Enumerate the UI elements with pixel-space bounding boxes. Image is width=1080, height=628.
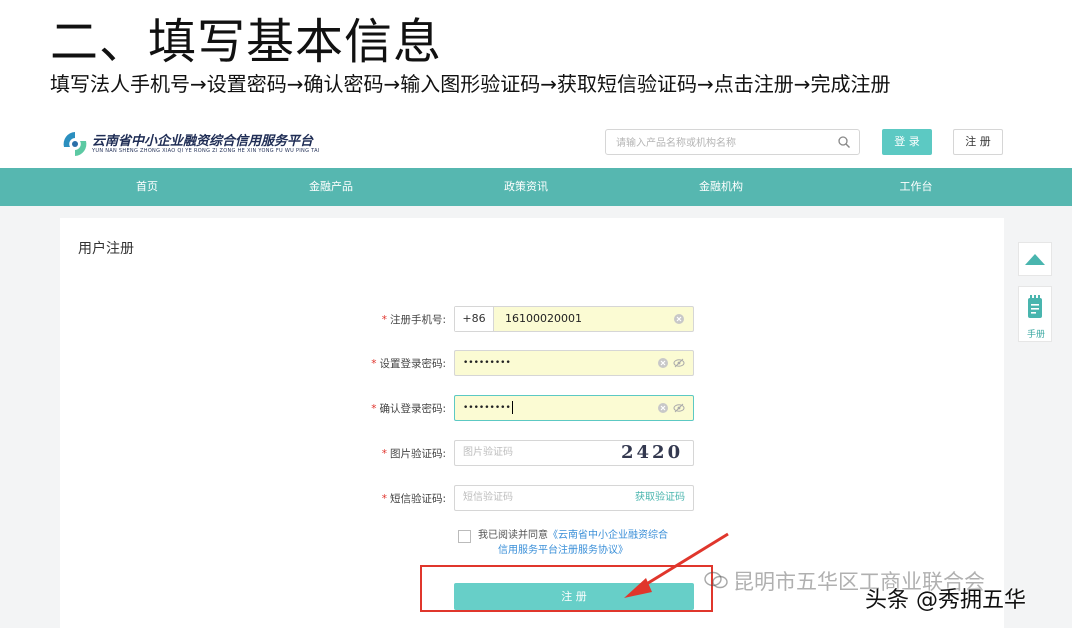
panel-title: 用户注册 — [78, 241, 134, 257]
nav-item-home[interactable]: 首页 — [87, 168, 207, 206]
search-input[interactable] — [614, 131, 833, 155]
captcha-label-text: 图片验证码: — [389, 448, 446, 460]
confirm-password-row: * 确认登录密码: ••••••••• — [60, 395, 1004, 423]
sms-label-text: 短信验证码: — [389, 493, 446, 505]
register-button[interactable]: 注 册 — [953, 129, 1003, 155]
slide-title: 二、填写基本信息 — [50, 14, 443, 70]
site-header: 云南省中小企业融资综合信用服务平台 YUN NAN SHENG ZHONG XI… — [52, 122, 1012, 166]
login-button[interactable]: 登 录 — [882, 129, 932, 155]
search-icon[interactable] — [837, 135, 851, 149]
manual-button[interactable]: 手册 — [1018, 286, 1052, 342]
eye-off-icon[interactable] — [673, 357, 685, 369]
password-value: ••••••••• — [463, 358, 511, 368]
captcha-image[interactable]: 2420 — [621, 442, 693, 464]
required-mark: * — [381, 314, 387, 326]
arrow-annotation-icon — [624, 532, 729, 598]
phone-label: * 注册手机号: — [382, 306, 446, 334]
confirm-password-dots: ••••••••• — [463, 403, 511, 413]
required-mark: * — [371, 403, 377, 415]
platform-logo-icon[interactable] — [60, 129, 90, 159]
nav-item-financial-institutions[interactable]: 金融机构 — [661, 168, 781, 206]
main-nav: 首页 金融产品 政策资讯 金融机构 工作台 — [0, 168, 1072, 206]
password-label: * 设置登录密码: — [371, 350, 446, 378]
password-label-text: 设置登录密码: — [379, 358, 446, 370]
sms-label: * 短信验证码: — [382, 485, 446, 513]
clear-icon[interactable] — [673, 313, 685, 325]
slide-subtitle: 填写法人手机号→设置密码→确认密码→输入图形验证码→获取短信验证码→点击注册→完… — [50, 72, 891, 96]
required-mark: * — [371, 358, 377, 370]
agreement-checkbox[interactable] — [458, 530, 471, 543]
password-field[interactable]: ••••••••• — [454, 350, 694, 376]
nav-item-financial-products[interactable]: 金融产品 — [271, 168, 391, 206]
agreement-prefix: 我已阅读并同意 — [478, 530, 548, 541]
phone-value: 16100020001 — [505, 312, 582, 325]
text-caret — [511, 401, 513, 414]
phone-field[interactable]: +86 16100020001 — [454, 306, 694, 332]
toutiao-watermark: 头条 @秀拥五华 — [865, 588, 1026, 613]
manual-label: 手册 — [1026, 330, 1045, 340]
confirm-password-label-text: 确认登录密码: — [379, 403, 446, 415]
captcha-row: * 图片验证码: 图片验证码 2420 — [60, 440, 1004, 468]
phone-label-text: 注册手机号: — [389, 314, 446, 326]
required-mark: * — [381, 493, 387, 505]
nav-item-policy-news[interactable]: 政策资讯 — [466, 168, 586, 206]
clear-icon[interactable] — [657, 357, 669, 369]
brand-name: 云南省中小企业融资综合信用服务平台 — [92, 134, 314, 149]
captcha-field[interactable]: 图片验证码 2420 — [454, 440, 694, 466]
phone-row: * 注册手机号: +86 16100020001 — [60, 306, 1004, 334]
brand-pinyin: YUN NAN SHENG ZHONG XIAO QI YE RONG ZI Z… — [92, 148, 320, 154]
confirm-password-label: * 确认登录密码: — [371, 395, 446, 423]
arrow-up-icon — [1025, 254, 1045, 265]
required-mark: * — [381, 448, 387, 460]
confirm-password-field[interactable]: ••••••••• — [454, 395, 694, 421]
get-sms-code-button[interactable]: 获取验证码 — [635, 486, 685, 510]
country-code[interactable]: +86 — [455, 307, 494, 331]
search-box — [605, 129, 860, 155]
back-to-top-button[interactable] — [1018, 242, 1052, 276]
captcha-label: * 图片验证码: — [382, 440, 446, 468]
clear-icon[interactable] — [657, 402, 669, 414]
eye-off-icon[interactable] — [673, 402, 685, 414]
nav-item-workbench[interactable]: 工作台 — [856, 168, 976, 206]
sms-row: * 短信验证码: 短信验证码 获取验证码 — [60, 485, 1004, 513]
confirm-password-value: ••••••••• — [463, 396, 513, 420]
password-row: * 设置登录密码: ••••••••• — [60, 350, 1004, 378]
sms-placeholder: 短信验证码 — [463, 492, 513, 503]
notepad-icon — [1028, 295, 1042, 318]
sms-field[interactable]: 短信验证码 获取验证码 — [454, 485, 694, 511]
captcha-placeholder: 图片验证码 — [463, 447, 513, 458]
wechat-icon — [704, 571, 728, 589]
